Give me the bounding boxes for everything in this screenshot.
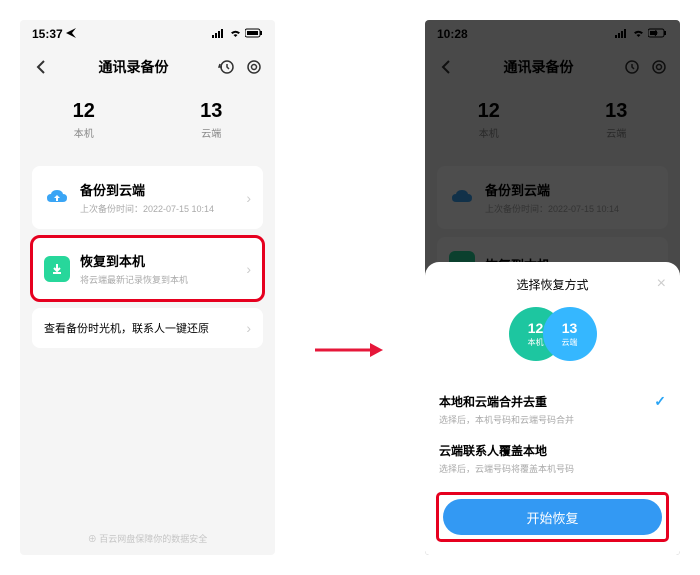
restore-method-sheet: 选择恢复方式 × 12 本机 13 云端 本地和云端合并去重 选择后，本机号码和… (425, 262, 680, 555)
back-button[interactable] (32, 58, 50, 76)
venn-local-label: 本机 (528, 337, 544, 348)
phone-screen-right: 10:28 通讯录备份 12本机 13云端 备份到云端上次备份时间：2022-0… (425, 20, 680, 555)
cloud-upload-icon (44, 185, 70, 211)
close-icon[interactable]: × (657, 276, 666, 292)
stat-cloud-label: 云端 (148, 125, 276, 140)
stat-cloud-num: 13 (148, 100, 276, 123)
gear-icon[interactable] (245, 58, 263, 76)
backup-subtitle: 上次备份时间：2022-07-15 10:14 (80, 202, 236, 215)
option-overwrite-title: 云端联系人覆盖本地 (439, 442, 666, 459)
chevron-right-icon: › (246, 320, 251, 336)
option-merge[interactable]: 本地和云端合并去重 选择后，本机号码和云端号码合并 ✓ (439, 385, 666, 434)
stats-row: 12 本机 13 云端 (20, 86, 275, 158)
venn-diagram: 12 本机 13 云端 (439, 307, 666, 367)
sheet-title: 选择恢复方式 (516, 276, 588, 293)
backup-title: 备份到云端 (80, 180, 236, 199)
restore-subtitle: 将云端最新记录恢复到本机 (80, 273, 236, 286)
location-icon (66, 27, 76, 41)
option-merge-title: 本地和云端合并去重 (439, 393, 666, 410)
venn-cloud-circle: 13 云端 (543, 307, 597, 361)
stat-local-label: 本机 (20, 125, 148, 140)
backup-card[interactable]: 备份到云端 上次备份时间：2022-07-15 10:14 › (32, 166, 263, 229)
restore-card[interactable]: 恢复到本机 将云端最新记录恢复到本机 › (32, 237, 263, 300)
phone-screen-left: 15:37 通讯录备份 12 本机 (20, 20, 275, 555)
chevron-right-icon: › (246, 261, 251, 277)
header: 通讯录备份 (20, 48, 275, 86)
chevron-right-icon: › (246, 190, 251, 206)
history-icon[interactable] (217, 58, 235, 76)
time-machine-card[interactable]: 查看备份时光机，联系人一键还原 › (32, 308, 263, 348)
option-overwrite[interactable]: 云端联系人覆盖本地 选择后，云端号码将覆盖本机号码 (439, 434, 666, 483)
stat-local-num: 12 (20, 100, 148, 123)
option-merge-sub: 选择后，本机号码和云端号码合并 (439, 413, 666, 426)
restore-title: 恢复到本机 (80, 251, 236, 270)
flow-arrow-icon (315, 340, 385, 365)
time-machine-label: 查看备份时光机，联系人一键还原 (44, 320, 209, 336)
wifi-icon (229, 27, 242, 41)
venn-cloud-num: 13 (562, 320, 578, 336)
footer-note: ⊕ 百云网盘保障你的数据安全 (20, 532, 275, 545)
venn-cloud-label: 云端 (562, 337, 578, 348)
start-restore-button[interactable]: 开始恢复 (443, 499, 662, 535)
check-icon: ✓ (654, 393, 666, 410)
stat-cloud: 13 云端 (148, 100, 276, 140)
venn-local-num: 12 (528, 320, 544, 336)
status-bar: 15:37 (20, 20, 275, 48)
page-title: 通讯录备份 (50, 57, 217, 77)
status-time: 15:37 (32, 27, 63, 41)
battery-icon (245, 27, 263, 41)
stat-local: 12 本机 (20, 100, 148, 140)
option-overwrite-sub: 选择后，云端号码将覆盖本机号码 (439, 462, 666, 475)
shield-icon: ⊕ (88, 534, 97, 544)
start-button-highlight: 开始恢复 (439, 495, 666, 539)
signal-icon (212, 27, 226, 41)
download-icon (44, 256, 70, 282)
